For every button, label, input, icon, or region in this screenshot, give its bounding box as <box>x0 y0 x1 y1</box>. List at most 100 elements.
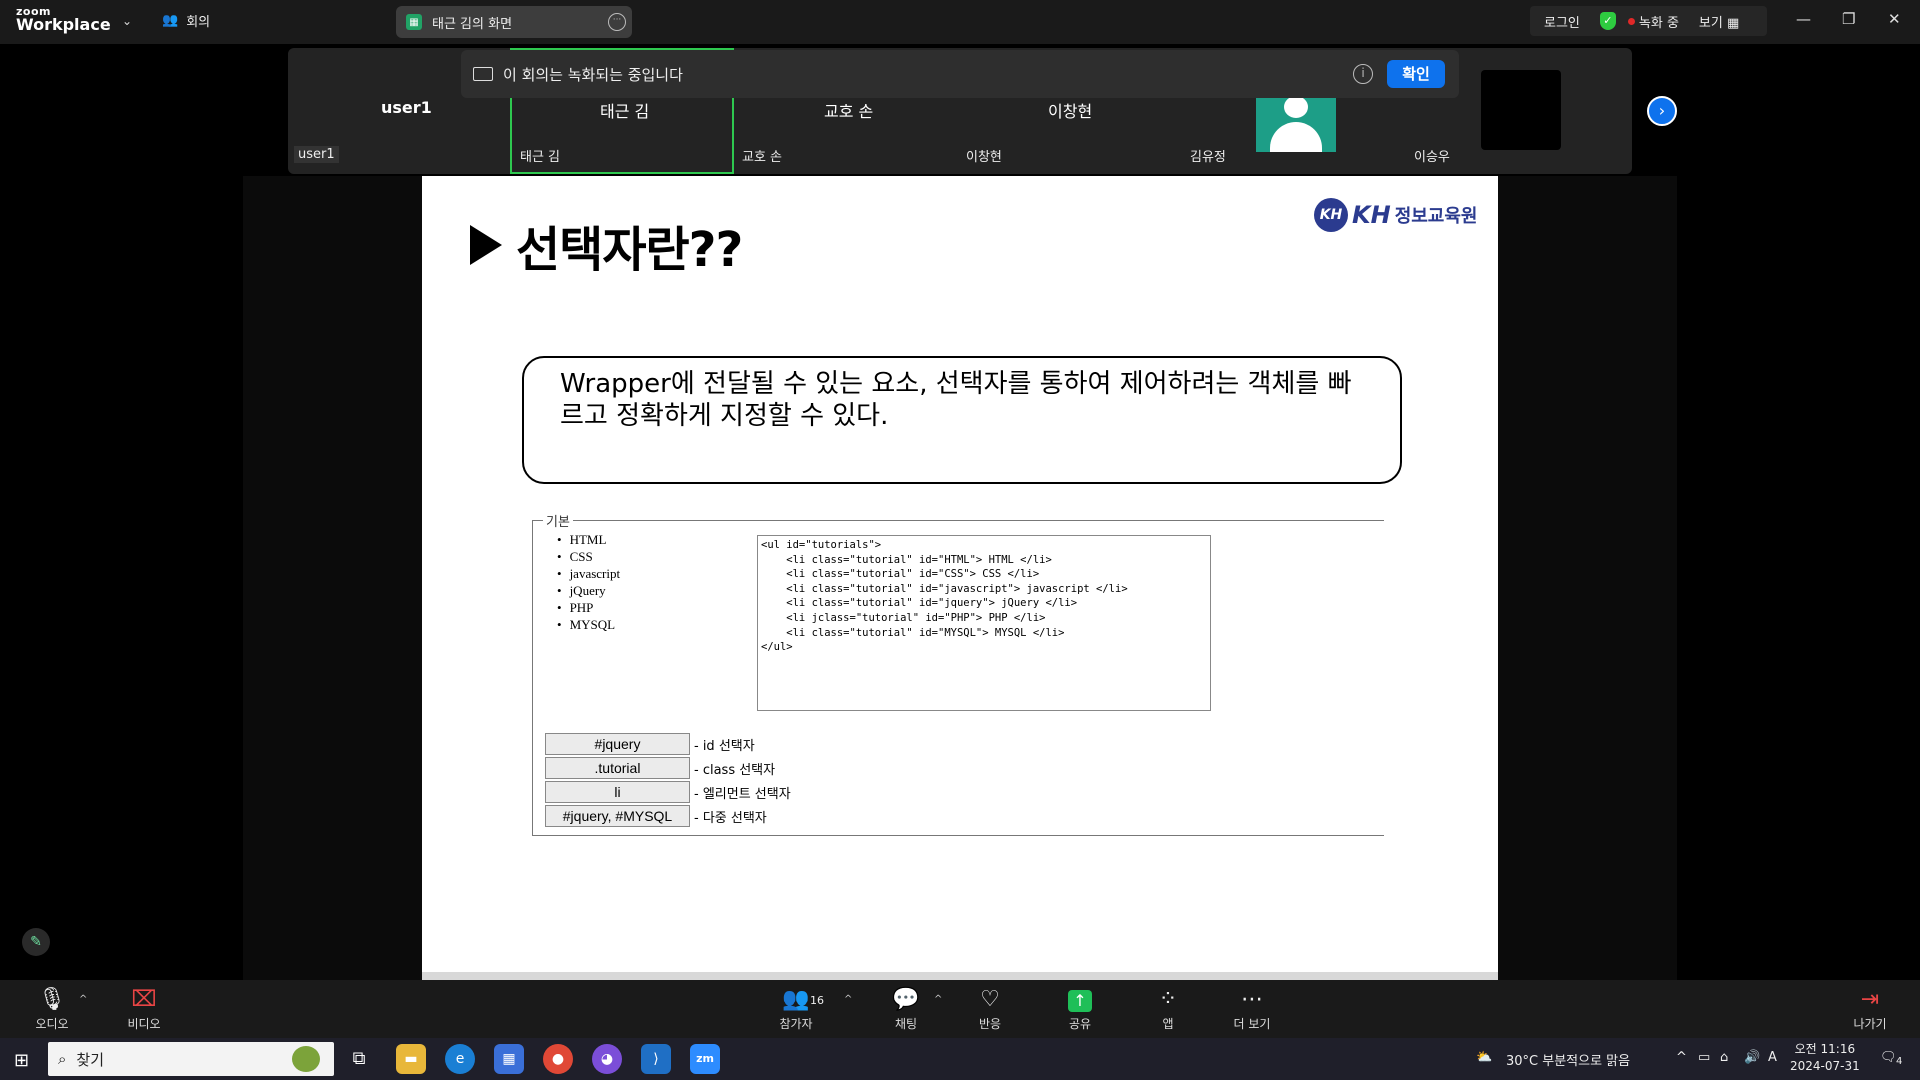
recording-banner: 이 회의는 녹화되는 중입니다 i 확인 <box>461 50 1459 98</box>
selector-row: .tutorial - class 선택자 <box>545 757 775 779</box>
id-selector-button[interactable]: #jquery <box>545 733 690 755</box>
play-triangle-icon <box>470 225 502 265</box>
file-explorer-icon[interactable]: ▬ <box>396 1044 426 1074</box>
presentation-slide: 선택자란?? KH KH 정보교육원 Wrapper에 전달될 수 있는 요소,… <box>422 176 1498 980</box>
chevron-down-icon[interactable]: ⌄ <box>122 14 132 28</box>
selector-desc: - id 선택자 <box>694 738 755 754</box>
share-screen-icon: ↑ <box>1056 988 1104 1012</box>
share-title-pill[interactable]: ▦ 태근 김의 화면 ··· <box>396 6 632 38</box>
slide-title-text: 선택자란?? <box>516 222 743 278</box>
more-icon: ⋯ <box>1241 987 1263 1012</box>
discord-icon[interactable]: ◕ <box>592 1044 622 1074</box>
kh-text: KH <box>1352 201 1391 229</box>
windows-start-icon[interactable]: ⊞ <box>14 1050 29 1071</box>
info-icon[interactable]: i <box>1353 64 1373 84</box>
volume-icon[interactable]: 🔊 <box>1744 1050 1760 1065</box>
view-button[interactable]: 보기 ▦ <box>1699 12 1739 31</box>
tutorial-list: HTML CSS javascript jQuery PHP MYSQL <box>557 531 621 633</box>
weather-text[interactable]: 30°C 부분적으로 맑음 <box>1506 1050 1630 1069</box>
login-button[interactable]: 로그인 <box>1544 12 1580 31</box>
search-label: 찾기 <box>76 1050 105 1069</box>
code-textarea[interactable]: <ul id="tutorials"> <li class="tutorial"… <box>757 535 1211 711</box>
task-view-icon[interactable]: ⧉ <box>344 1044 374 1074</box>
share-label: 공유 <box>1068 1017 1092 1031</box>
zoom-taskbar-icon[interactable]: zm <box>690 1044 720 1074</box>
fieldset-legend: 기본 <box>543 511 573 530</box>
edge-icon[interactable]: e <box>445 1044 475 1074</box>
element-selector-button[interactable]: li <box>545 781 690 803</box>
pen-icon[interactable]: ✎ <box>22 928 50 956</box>
chrome-icon[interactable]: ● <box>543 1044 573 1074</box>
tile-title-3: 교호 손 <box>824 102 874 121</box>
kh-subtitle: 정보교육원 <box>1394 206 1478 227</box>
participants-label: 참가자 <box>779 1017 813 1031</box>
meeting-menu-button[interactable]: 👥 회의 <box>162 11 210 30</box>
recording-dot-icon <box>1627 17 1635 25</box>
confirm-button[interactable]: 확인 <box>1387 60 1445 88</box>
banner-text: 이 회의는 녹화되는 중입니다 <box>503 65 683 84</box>
shield-icon[interactable]: ✓ <box>1599 12 1616 30</box>
list-item: HTML <box>557 531 620 548</box>
list-item: jQuery <box>557 582 620 599</box>
tile-title-2: 태근 김 <box>600 102 650 121</box>
notification-icon[interactable]: 🗨 <box>1880 1050 1897 1065</box>
selector-row: #jquery - id 선택자 <box>545 733 755 755</box>
view-label: 보기 <box>1698 15 1723 31</box>
spreadsheet-icon: ▦ <box>406 14 422 30</box>
selector-row: #jquery, #MYSQL - 다중 선택자 <box>545 805 767 827</box>
class-selector-button[interactable]: .tutorial <box>545 757 690 779</box>
video-button[interactable]: ⌧ 비디오 <box>120 988 168 1032</box>
clock-date: 2024-07-31 <box>1790 1059 1860 1073</box>
camera-icon <box>473 67 493 81</box>
taskbar-search[interactable]: ⌕ 찾기 <box>48 1042 334 1076</box>
react-button[interactable]: ♡ 반응 <box>966 988 1014 1032</box>
clock[interactable]: 오전 11:16 2024-07-31 <box>1790 1041 1860 1075</box>
status-group: 로그인 ✓ 녹화 중 보기 ▦ <box>1530 6 1767 36</box>
multi-selector-button[interactable]: #jquery, #MYSQL <box>545 805 690 827</box>
search-icon: ⌕ <box>58 1050 67 1068</box>
list-item: PHP <box>557 599 620 616</box>
minimize-icon[interactable]: — <box>1796 10 1811 28</box>
vscode-icon[interactable]: ⟩ <box>641 1044 671 1074</box>
meeting-label: 회의 <box>186 15 211 30</box>
video-label: 비디오 <box>127 1017 161 1031</box>
selector-desc: - 다중 선택자 <box>694 810 767 826</box>
network-icon[interactable]: ⌂ <box>1720 1050 1728 1065</box>
ime-indicator[interactable]: A <box>1768 1050 1777 1065</box>
title-bar: zoom Workplace ⌄ 👥 회의 ▦ 태근 김의 화면 ··· 로그인… <box>0 0 1920 44</box>
tile-name-4: 이창현 <box>966 150 1002 165</box>
logo-big-text: Workplace <box>16 15 111 34</box>
leave-button[interactable]: ⇥ 나가기 <box>1846 988 1894 1032</box>
more-options-icon[interactable]: ··· <box>608 13 626 31</box>
device-icon[interactable]: ▭ <box>1698 1050 1710 1065</box>
close-icon[interactable]: ✕ <box>1888 10 1901 28</box>
audio-button[interactable]: 🎙 오디오 <box>28 988 76 1032</box>
tile-name-1: user1 <box>294 146 339 163</box>
tile-title-4: 이창현 <box>1048 102 1093 121</box>
restore-icon[interactable]: ❐ <box>1842 10 1855 28</box>
chevron-up-icon[interactable]: ^ <box>1676 1050 1687 1065</box>
chevron-up-icon[interactable]: ^ <box>844 994 852 1005</box>
chevron-up-icon[interactable]: ^ <box>934 994 942 1005</box>
notification-count: 4 <box>1896 1056 1903 1067</box>
slide-title: 선택자란?? <box>470 210 743 280</box>
description-box: Wrapper에 전달될 수 있는 요소, 선택자를 통하여 제어하려는 객체를… <box>522 356 1402 484</box>
tile-title-1: user1 <box>381 98 432 117</box>
share-button[interactable]: ↑ 공유 <box>1056 988 1104 1032</box>
store-icon[interactable]: ▦ <box>494 1044 524 1074</box>
chat-button[interactable]: 💬 채팅 <box>882 988 930 1032</box>
chevron-up-icon[interactable]: ^ <box>79 994 87 1005</box>
demo-fieldset: 기본 HTML CSS javascript jQuery PHP MYSQL … <box>532 511 1384 836</box>
weather-icon[interactable]: ⛅ <box>1476 1050 1492 1065</box>
more-button[interactable]: ⋯ 더 보기 <box>1226 988 1278 1032</box>
apps-icon: ⁘ <box>1158 987 1178 1012</box>
list-item: CSS <box>557 548 620 565</box>
heart-icon: ♡ <box>980 987 1000 1012</box>
selector-desc: - 엘리먼트 선택자 <box>694 786 791 802</box>
recording-indicator[interactable]: 녹화 중 <box>1627 12 1679 31</box>
microphone-icon: 🎙 <box>38 987 66 1012</box>
apps-label: 앱 <box>1162 1017 1174 1031</box>
apps-button[interactable]: ⁘ 앱 <box>1144 988 1192 1032</box>
next-page-button[interactable]: › <box>1647 96 1677 126</box>
windows-taskbar: ⊞ ⌕ 찾기 ⧉ ▬ e ▦ ● ◕ ⟩ zm ⛅ 30°C 부분적으로 맑음 … <box>0 1038 1920 1080</box>
